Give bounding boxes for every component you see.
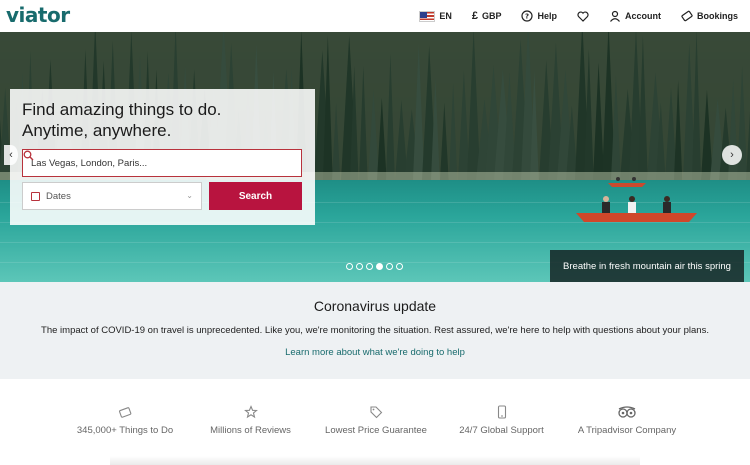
carousel-dot[interactable] [346,263,353,270]
covid-body: The impact of COVID-19 on travel is unpr… [41,325,709,336]
ticket-icon [681,10,693,22]
carousel-next-button[interactable]: › [722,145,742,165]
top-header: viator EN £ GBP ? Help Account Bookings [0,0,750,32]
dates-picker[interactable]: Dates ⌄ [22,182,202,210]
covid-banner: Coronavirus update The impact of COVID-1… [0,282,750,379]
search-button[interactable]: Search [209,182,302,210]
svg-text:?: ? [525,13,529,21]
destination-placeholder: Las Vegas, London, Paris... [31,157,148,169]
carousel-dot[interactable] [396,263,403,270]
ticket-icon [119,407,132,418]
feature-reviews: Millions of Reviews [200,405,301,436]
language-selector[interactable]: EN [419,10,452,22]
feature-price-guarantee: Lowest Price Guarantee [318,405,434,436]
carousel-dot[interactable] [356,263,363,270]
price-tag-icon [370,406,383,419]
help-label: Help [537,11,557,21]
top-nav: EN £ GBP ? Help Account Bookings [399,0,738,32]
viator-logo[interactable]: viator [6,3,70,27]
chevron-down-icon: ⌄ [186,191,193,200]
scroll-fade [110,456,640,465]
question-circle-icon: ? [521,10,534,22]
slide-caption: Breathe in fresh mountain air this sprin… [550,250,744,282]
feature-support: 24/7 Global Support [451,405,552,436]
bookings-label: Bookings [696,11,738,21]
feature-label: 24/7 Global Support [459,425,544,436]
dates-label: Dates [46,190,71,202]
star-icon [243,405,258,419]
currency-label: GBP [481,11,502,21]
help-link[interactable]: ? Help [521,10,557,22]
feature-label: A Tripadvisor Company [577,425,677,436]
user-icon [610,10,620,22]
phone-icon [497,405,506,419]
features-bar: 345,000+ Things to Do Millions of Review… [0,379,750,465]
calendar-icon [31,191,40,201]
feature-label: Lowest Price Guarantee [325,425,427,436]
hero-heading-line1: Find amazing things to do. [22,100,222,119]
covid-learn-more-link[interactable]: Learn more about what we're doing to hel… [0,347,750,358]
search-icon [23,150,34,161]
carousel-dot[interactable] [366,263,373,270]
chevron-right-icon: › [730,149,734,161]
covid-title: Coronavirus update [313,298,437,314]
hero-banner: Find amazing things to do. Anytime, anyw… [0,32,750,282]
hero-heading: Find amazing things to do. Anytime, anyw… [22,99,221,141]
hero-heading-line2: Anytime, anywhere. [22,121,172,140]
currency-selector[interactable]: £ GBP [471,9,502,22]
owl-icon [618,406,636,418]
chevron-left-icon: ‹ [9,149,13,161]
carousel-dots [346,263,403,270]
wishlist-button[interactable] [577,10,589,22]
feature-things-to-do: 345,000+ Things to Do [72,405,178,436]
bookings-link[interactable]: Bookings [681,10,738,22]
account-label: Account [624,11,661,21]
carousel-prev-button[interactable]: ‹ [4,145,18,165]
carousel-dot[interactable] [386,263,393,270]
pound-icon: £ [471,9,478,22]
feature-tripadvisor: A Tripadvisor Company [570,405,684,436]
destination-search-input[interactable]: Las Vegas, London, Paris... [22,149,302,177]
account-link[interactable]: Account [609,10,661,22]
heart-icon [577,10,589,22]
carousel-dot[interactable] [376,263,383,270]
feature-label: 345,000+ Things to Do [76,425,174,436]
search-card: Find amazing things to do. Anytime, anyw… [10,89,315,225]
language-label: EN [439,11,452,21]
feature-label: Millions of Reviews [210,425,291,436]
us-flag-icon [419,10,436,22]
